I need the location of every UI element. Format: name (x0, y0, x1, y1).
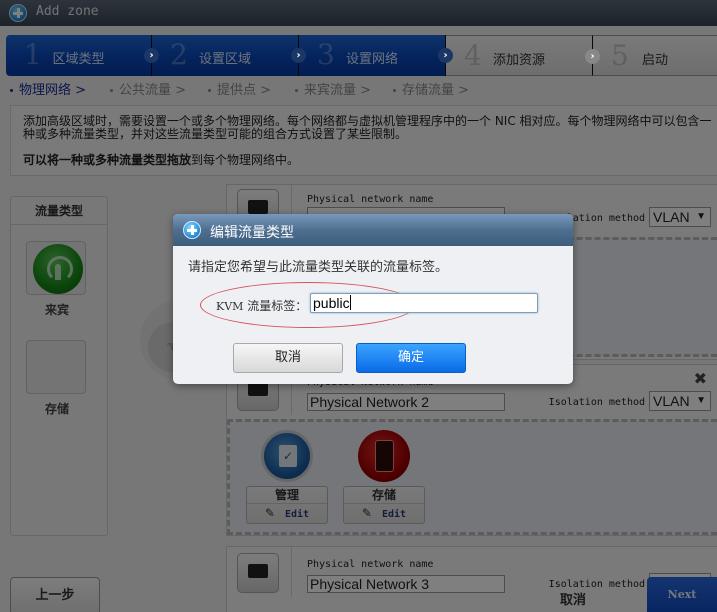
dialog-title: 编辑流量类型 (210, 225, 294, 241)
edit-traffic-type-dialog: 编辑流量类型 请指定您希望与此流量类型关联的流量标签。 KVM 流量标签： pu… (173, 214, 573, 384)
chevron-right-icon: › (438, 48, 453, 63)
traffic-label-field-label: KVM 流量标签： (216, 299, 308, 313)
plus-circle-icon (183, 221, 201, 239)
dialog-description: 请指定您希望与此流量类型关联的流量标签。 (188, 260, 449, 275)
dialog-header: 编辑流量类型 (173, 214, 573, 246)
chevron-right-icon: › (291, 48, 306, 63)
dialog-ok-button[interactable]: 确定 (356, 343, 466, 373)
traffic-label-input[interactable]: public (310, 293, 538, 313)
chevron-right-icon: › (585, 49, 600, 64)
dialog-cancel-button[interactable]: 取消 (233, 343, 343, 373)
chevron-right-icon: › (144, 48, 159, 63)
